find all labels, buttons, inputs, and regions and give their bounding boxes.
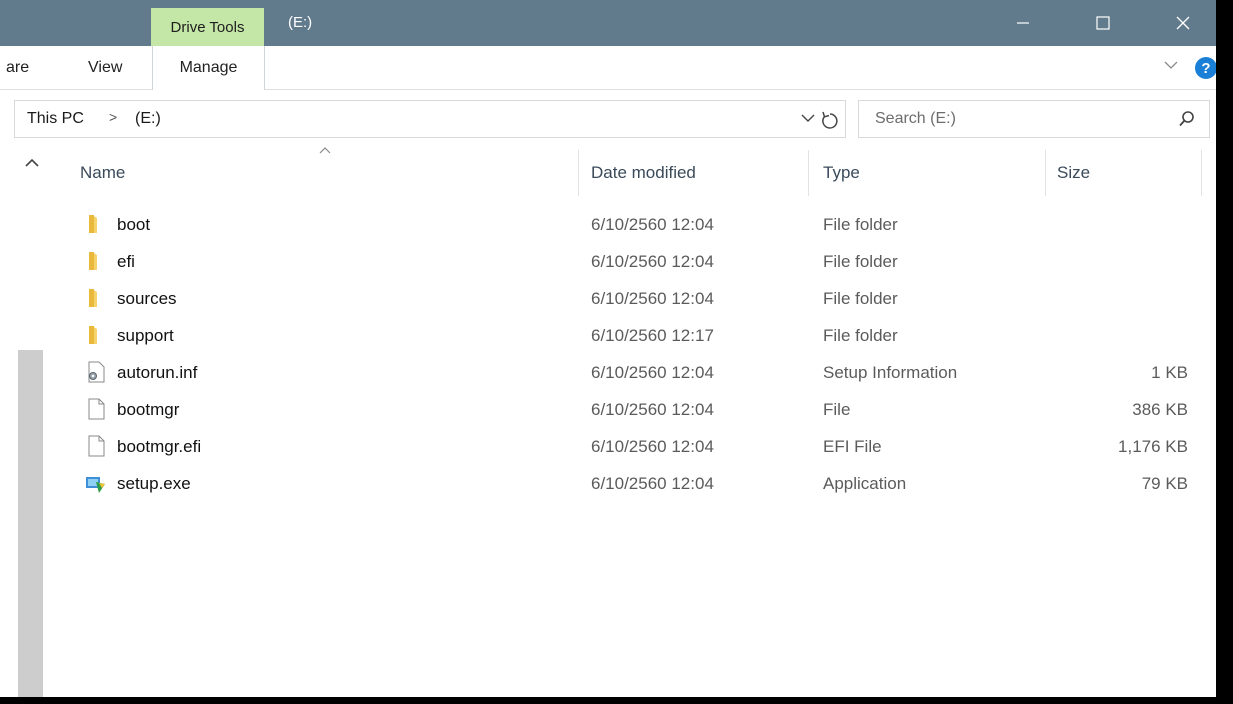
file-date-modified: 6/10/2560 12:04 <box>591 215 714 234</box>
window-title: (E:) <box>288 14 313 31</box>
file-size: 1,176 KB <box>1118 437 1188 456</box>
setup-exe-icon <box>86 477 105 493</box>
file-date-modified: 6/10/2560 12:04 <box>591 400 714 419</box>
file-name: boot <box>117 215 151 234</box>
file-row[interactable]: bootmgr.efi 6/10/2560 12:04 EFI File 1,1… <box>62 429 1202 466</box>
folder-icon <box>89 215 97 233</box>
file-row[interactable]: support 6/10/2560 12:17 File folder <box>62 318 1202 355</box>
file-date-modified: 6/10/2560 12:04 <box>591 252 714 271</box>
address-dropdown-chevron-icon[interactable] <box>801 113 815 123</box>
maximize-button[interactable] <box>1080 0 1126 46</box>
file-type: Application <box>823 474 907 493</box>
column-divider[interactable] <box>808 150 809 196</box>
drive-tools-context-tab[interactable]: Drive Tools <box>151 8 264 46</box>
file-size: 79 KB <box>1141 474 1188 493</box>
file-type: File folder <box>823 252 898 271</box>
maximize-icon <box>1096 16 1110 30</box>
breadcrumb-drive[interactable]: (E:) <box>135 110 161 128</box>
search-input[interactable] <box>858 100 1210 138</box>
column-divider[interactable] <box>1045 150 1046 196</box>
breadcrumb-separator-icon[interactable]: > <box>109 109 117 125</box>
ribbon-tab-manage[interactable]: Manage <box>152 46 265 90</box>
file-icon <box>88 398 105 420</box>
column-divider[interactable] <box>578 150 579 196</box>
ribbon-tab-view[interactable]: View <box>78 46 132 90</box>
file-icon <box>88 435 105 457</box>
file-name: bootmgr <box>117 400 180 419</box>
file-name: sources <box>117 289 177 308</box>
file-row[interactable]: bootmgr 6/10/2560 12:04 File 386 KB <box>62 392 1202 429</box>
folder-icon <box>89 326 97 344</box>
file-explorer-window: Drive Tools (E:) are View Manage ? This … <box>0 0 1216 697</box>
file-name: efi <box>117 252 135 271</box>
file-name: setup.exe <box>117 474 191 493</box>
ribbon-tabs: are View Manage <box>0 46 1216 90</box>
column-header-row: Name Date modified Type Size <box>62 150 1202 196</box>
close-icon <box>1176 16 1190 30</box>
file-type: File folder <box>823 289 898 308</box>
column-header-type[interactable]: Type <box>815 150 1041 196</box>
folder-icon <box>89 289 97 307</box>
file-name: autorun.inf <box>117 363 198 382</box>
file-type: EFI File <box>823 437 882 456</box>
address-row: This PC > (E:) <box>0 100 1216 140</box>
file-type: Setup Information <box>823 363 958 382</box>
setup-info-icon <box>88 361 105 383</box>
file-row[interactable]: sources 6/10/2560 12:04 File folder <box>62 281 1202 318</box>
folder-icon <box>89 252 97 270</box>
file-row[interactable]: efi 6/10/2560 12:04 File folder <box>62 244 1202 281</box>
column-header-date-modified[interactable]: Date modified <box>583 150 807 196</box>
ribbon-tab-share[interactable]: are <box>0 46 39 90</box>
column-header-size[interactable]: Size <box>1049 150 1199 196</box>
file-type: File folder <box>823 215 898 234</box>
search-icon[interactable] <box>1178 110 1196 128</box>
file-row[interactable]: setup.exe 6/10/2560 12:04 Application 79… <box>62 466 1202 503</box>
file-date-modified: 6/10/2560 12:04 <box>591 437 714 456</box>
address-bar[interactable]: This PC > (E:) <box>14 100 846 138</box>
help-icon[interactable]: ? <box>1195 57 1216 79</box>
breadcrumb-this-pc[interactable]: This PC <box>27 110 84 128</box>
close-button[interactable] <box>1160 0 1206 46</box>
scroll-up-arrow-icon[interactable] <box>25 158 39 168</box>
minimize-button[interactable] <box>1000 0 1046 46</box>
column-divider[interactable] <box>1201 150 1202 196</box>
file-size: 386 KB <box>1132 400 1188 419</box>
refresh-icon[interactable] <box>821 110 839 130</box>
file-name: bootmgr.efi <box>117 437 202 456</box>
column-header-name[interactable]: Name <box>72 150 577 196</box>
file-type: File folder <box>823 326 898 345</box>
file-date-modified: 6/10/2560 12:04 <box>591 363 714 382</box>
minimize-icon <box>1017 22 1029 24</box>
file-date-modified: 6/10/2560 12:04 <box>591 474 714 493</box>
file-row[interactable]: boot 6/10/2560 12:04 File folder <box>62 207 1202 244</box>
navigation-pane-scrollbar-thumb[interactable] <box>18 350 43 697</box>
file-date-modified: 6/10/2560 12:04 <box>591 289 714 308</box>
file-name: support <box>117 326 174 345</box>
file-row[interactable]: autorun.inf 6/10/2560 12:04 Setup Inform… <box>62 355 1202 392</box>
expand-ribbon-chevron-icon[interactable] <box>1164 60 1178 70</box>
file-size: 1 KB <box>1151 363 1188 382</box>
title-bar: Drive Tools (E:) <box>0 0 1216 46</box>
file-date-modified: 6/10/2560 12:17 <box>591 326 714 345</box>
file-type: File <box>823 400 851 419</box>
